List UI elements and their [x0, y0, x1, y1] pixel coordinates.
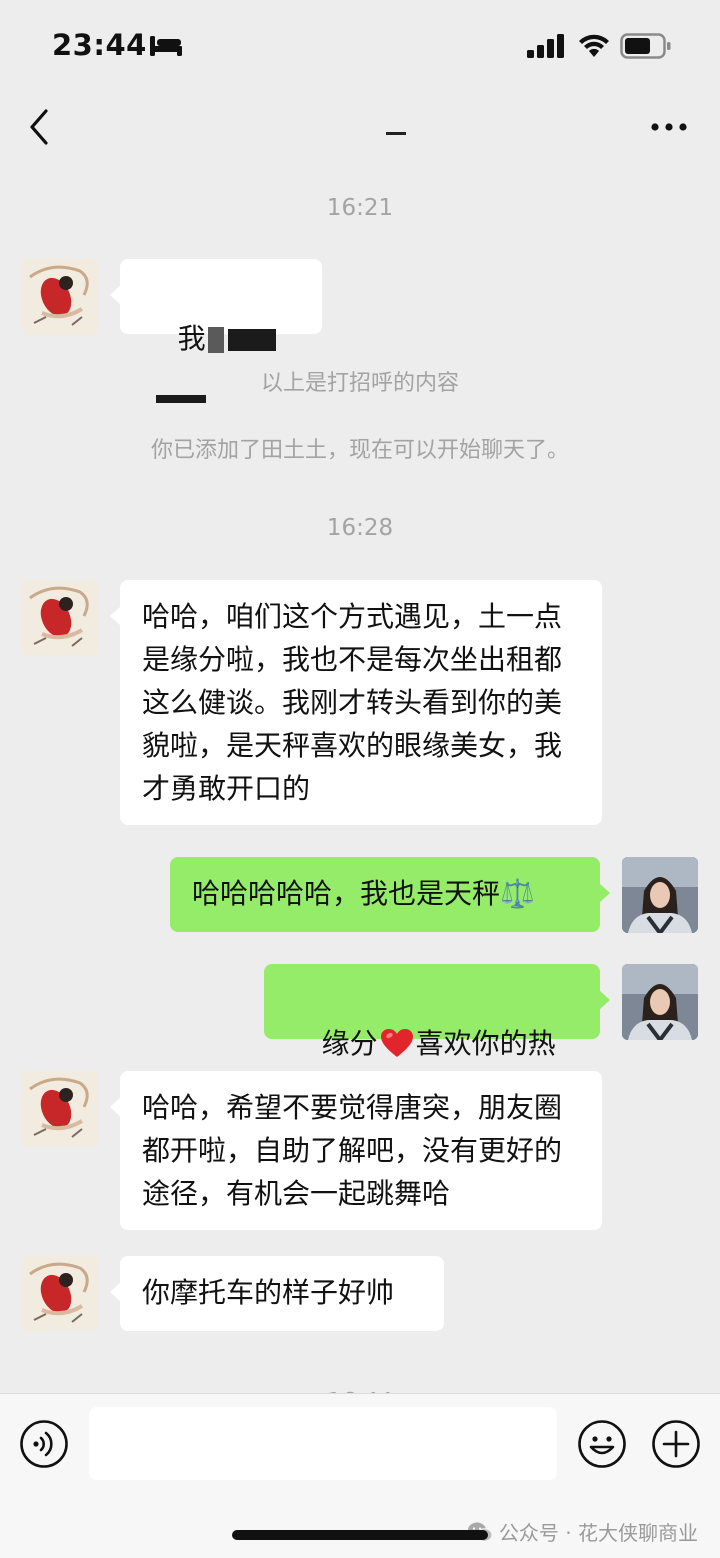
- more-options-button[interactable]: [646, 114, 692, 140]
- back-button[interactable]: [24, 107, 60, 147]
- watermark: 公众号 · 花大侠聊商业: [467, 1517, 698, 1546]
- greeting-prefix: 我: [177, 322, 206, 355]
- my-avatar[interactable]: [622, 964, 698, 1040]
- system-note-added: 你已添加了田土土，现在可以开始聊天了。: [150, 438, 569, 463]
- status-time: 23:44: [52, 28, 147, 62]
- timestamp: 16:28: [326, 515, 394, 541]
- chat-title-redacted: [386, 132, 406, 135]
- my-avatar[interactable]: [622, 857, 698, 933]
- contact-avatar[interactable]: [22, 1256, 98, 1332]
- message-bubble-received[interactable]: 哈哈，咱们这个方式遇见，土一点是缘分啦，我也不是每次坐出租都这么健谈。我刚才转头…: [110, 580, 602, 825]
- contact-avatar[interactable]: [22, 259, 98, 335]
- message-bubble-sent[interactable]: 哈哈哈哈哈，我也是天秤⚖️: [170, 857, 610, 932]
- watermark-text: 公众号 · 花大侠聊商业: [498, 1521, 698, 1545]
- message-input[interactable]: [89, 1407, 557, 1480]
- sleep-focus-icon: [150, 36, 182, 56]
- wifi-icon: [579, 34, 609, 57]
- contact-avatar[interactable]: [22, 580, 98, 656]
- contact-avatar[interactable]: [22, 1071, 98, 1147]
- message-bubble-received[interactable]: 你摩托车的样子好帅: [110, 1256, 444, 1331]
- message-bubble-sent[interactable]: 缘分喜欢你的热情: [264, 964, 610, 1103]
- chat-screen: 23:44 16:21 我 以上是打招呼的内容 你已添加了田土土，现在可以开始聊…: [0, 0, 720, 1558]
- battery-icon: [620, 33, 671, 59]
- greeting-message-bubble[interactable]: 我: [110, 259, 322, 403]
- system-note-greeting: 以上是打招呼的内容: [260, 371, 459, 396]
- timestamp: 16:21: [326, 195, 394, 221]
- redacted-text: [227, 329, 276, 351]
- redacted-text: [207, 327, 224, 353]
- emoji-icon[interactable]: [577, 1419, 627, 1469]
- plus-icon[interactable]: [651, 1419, 701, 1469]
- cellular-signal-icon: [527, 34, 564, 58]
- voice-icon[interactable]: [19, 1419, 69, 1469]
- message-bubble-received[interactable]: 哈哈，希望不要觉得唐突，朋友圈都开啦，自助了解吧，没有更好的途径，有机会一起跳舞…: [110, 1071, 602, 1230]
- home-indicator[interactable]: [232, 1530, 488, 1540]
- red-heart-icon: [380, 1029, 413, 1057]
- message-text-part: 缘分: [321, 1027, 378, 1060]
